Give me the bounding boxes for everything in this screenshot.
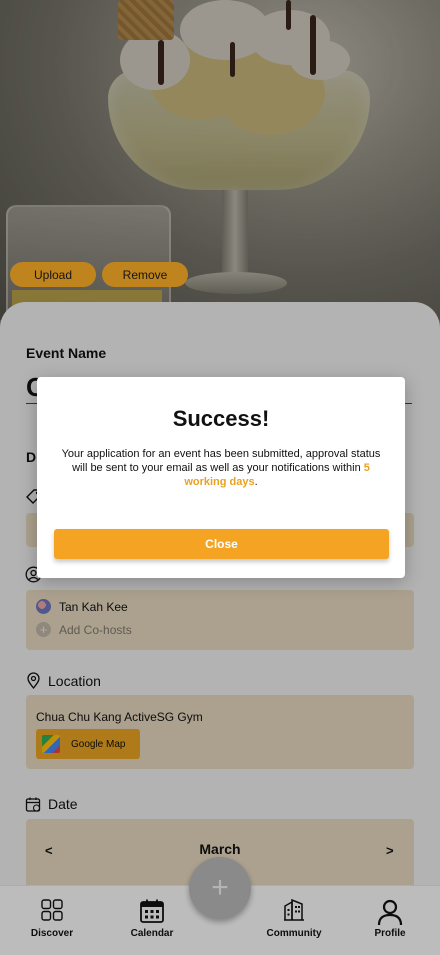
close-button[interactable]: Close [54,529,389,559]
success-dialog: Success! Your application for an event h… [37,377,405,578]
dialog-message: Your application for an event has been s… [61,448,381,488]
dialog-title: Success! [172,406,270,431]
